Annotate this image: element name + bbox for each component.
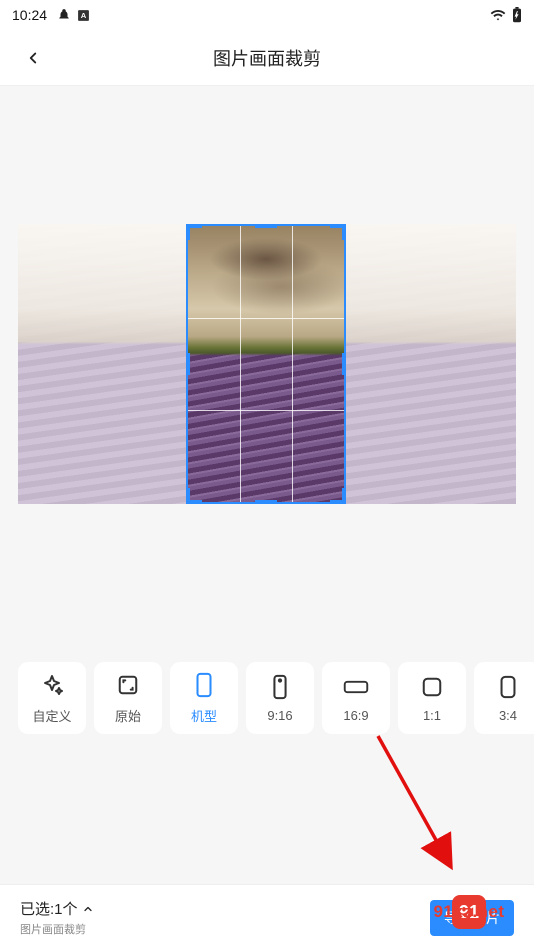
sparkle-icon xyxy=(39,672,65,698)
wide-rect-icon xyxy=(343,674,369,700)
svg-text:A: A xyxy=(81,11,87,20)
ratio-label: 原始 xyxy=(115,706,141,725)
crop-handle-right[interactable] xyxy=(342,353,346,375)
expand-icon xyxy=(115,672,141,698)
aspect-ratio-row: 自定义 原始 机型 9:16 16:9 1:1 3:4 xyxy=(18,662,534,734)
back-button[interactable] xyxy=(18,43,48,73)
ratio-label: 3:4 xyxy=(499,708,517,723)
crop-handle-bottom-left[interactable] xyxy=(186,488,202,504)
ratio-label: 自定义 xyxy=(32,706,71,725)
wifi-icon xyxy=(490,8,506,22)
chevron-left-icon xyxy=(24,49,42,67)
ratio-label: 9:16 xyxy=(267,708,292,723)
status-bar: 10:24 A xyxy=(0,0,534,30)
page-title: 图片画面裁剪 xyxy=(213,45,321,71)
ratio-1-1[interactable]: 1:1 xyxy=(398,662,466,734)
ratio-original[interactable]: 原始 xyxy=(94,662,162,734)
footer: 已选:1个 图片画面裁剪 导出图片 xyxy=(0,884,534,950)
crop-handle-top-right[interactable] xyxy=(330,224,346,240)
ratio-3-4[interactable]: 3:4 xyxy=(474,662,534,734)
ratio-label: 1:1 xyxy=(423,708,441,723)
crop-handle-bottom-right[interactable] xyxy=(330,488,346,504)
ratio-custom[interactable]: 自定义 xyxy=(18,662,86,734)
export-button[interactable]: 导出图片 xyxy=(430,900,514,936)
crop-handle-top-left[interactable] xyxy=(186,224,202,240)
notification-icon xyxy=(57,8,71,22)
crop-handle-top[interactable] xyxy=(255,224,277,228)
phone-dot-icon xyxy=(267,674,293,700)
crop-window[interactable] xyxy=(186,224,346,504)
crop-handle-bottom[interactable] xyxy=(255,500,277,504)
status-time: 10:24 xyxy=(12,7,47,23)
input-method-icon: A xyxy=(77,9,90,22)
crop-handle-left[interactable] xyxy=(186,353,190,375)
ratio-label: 16:9 xyxy=(343,708,368,723)
footer-subtitle: 图片画面裁剪 xyxy=(20,921,94,937)
square-icon xyxy=(419,674,445,700)
crop-window-photo xyxy=(188,226,344,502)
header: 图片画面裁剪 xyxy=(0,30,534,86)
ratio-9-16[interactable]: 9:16 xyxy=(246,662,314,734)
chevron-up-icon xyxy=(82,903,94,915)
export-button-label: 导出图片 xyxy=(444,910,500,926)
battery-icon xyxy=(512,7,522,23)
selected-count-label: 已选:1个 xyxy=(20,898,78,919)
tall-rect-icon xyxy=(495,674,521,700)
phone-icon xyxy=(191,672,217,698)
selected-count[interactable]: 已选:1个 xyxy=(20,898,94,919)
ratio-16-9[interactable]: 16:9 xyxy=(322,662,390,734)
annotation-arrow xyxy=(368,728,508,888)
ratio-device[interactable]: 机型 xyxy=(170,662,238,734)
crop-canvas[interactable] xyxy=(18,224,516,504)
ratio-label: 机型 xyxy=(191,706,217,725)
